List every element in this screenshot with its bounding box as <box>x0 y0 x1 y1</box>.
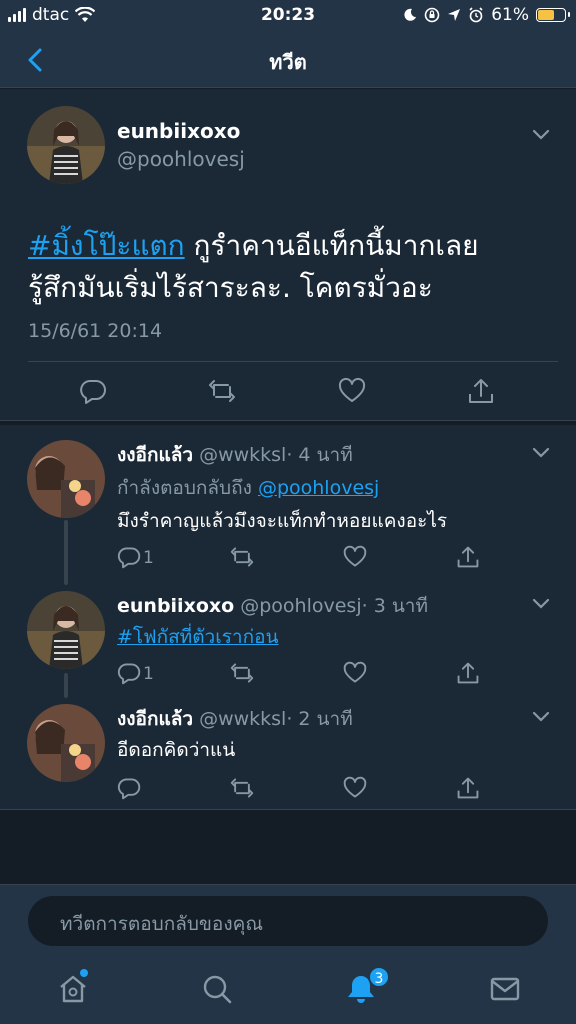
reply-icon[interactable] <box>117 545 141 569</box>
reply-text: #โฟกัสที่ตัวเราก่อน <box>117 622 278 652</box>
chevron-down-icon[interactable] <box>532 711 550 723</box>
battery-fill <box>538 10 554 20</box>
alarm-icon <box>469 7 483 23</box>
reply-header: งงอีกแล้ว @wwkksl· 2 นาที <box>117 704 353 734</box>
reply-icon[interactable] <box>79 377 107 405</box>
replying-to: กำลังตอบกลับถึง @poohlovesj <box>117 473 379 503</box>
reply-actions <box>0 776 576 804</box>
notifications-badge: 3 <box>368 966 390 988</box>
chevron-down-icon[interactable] <box>532 598 550 610</box>
tweet-text: #มิ้งโป๊ะแตก กูรำคานอีแท็กนี้มากเลย รู้ส… <box>28 225 548 309</box>
reply-actions: 1 <box>0 661 576 689</box>
author-name[interactable]: งงอีกแล้ว <box>117 444 193 466</box>
battery-icon <box>536 8 570 22</box>
tweet-text-line2: รู้สึกมันเริ่มไร้สาระละ. โคตรมั่วอะ <box>28 271 433 304</box>
reply-count: 1 <box>143 548 154 568</box>
author-handle[interactable]: @wwkksl <box>199 708 286 730</box>
status-bar: dtac 20:23 61% <box>0 0 576 32</box>
mention-link[interactable]: @poohlovesj <box>258 477 379 499</box>
heart-icon[interactable] <box>343 545 367 569</box>
heart-icon[interactable] <box>343 776 367 800</box>
author-name[interactable]: งงอีกแล้ว <box>117 708 193 730</box>
retweet-icon[interactable] <box>230 545 254 569</box>
reply-tweet[interactable]: eunbiixoxo @poohlovesj· 3 นาที #โฟกัสที่… <box>0 585 576 698</box>
status-right: 61% <box>403 5 570 25</box>
retweet-icon[interactable] <box>230 776 254 800</box>
reply-time: · 3 นาที <box>361 595 428 617</box>
moon-icon <box>404 8 417 21</box>
bottom-bar: ทวีตการตอบกลับของคุณ 3 <box>0 884 576 1024</box>
reply-count: 1 <box>143 664 154 684</box>
nav-bar: ทวีต <box>0 32 576 88</box>
heart-icon[interactable] <box>338 377 366 405</box>
search-icon[interactable] <box>201 973 233 1005</box>
reply-actions: 1 <box>0 545 576 573</box>
reply-header: งงอีกแล้ว @wwkksl· 4 นาที <box>117 440 353 470</box>
reply-tweet[interactable]: งงอีกแล้ว @wwkksl· 4 นาที กำลังตอบกลับถึ… <box>0 425 576 585</box>
battery-percent: 61% <box>491 5 529 25</box>
reply-icon[interactable] <box>117 776 141 800</box>
new-content-dot <box>80 969 88 977</box>
main-tweet: eunbiixoxo @poohlovesj #มิ้งโป๊ะแตก กูรำ… <box>0 89 576 421</box>
author-handle[interactable]: @poohlovesj <box>117 147 245 171</box>
avatar[interactable] <box>27 591 105 669</box>
reply-text: มึงรำคาญแล้วมึงจะแท็กทำหอยแคงอะไร <box>117 510 448 532</box>
tweet-text-line1: กูรำคานอีแท็กนี้มากเลย <box>184 229 479 262</box>
mail-icon[interactable] <box>489 973 521 1005</box>
tweet-actions <box>0 377 576 409</box>
hashtag-link[interactable]: #โฟกัสที่ตัวเราก่อน <box>117 626 278 648</box>
tweet-timestamp: 15/6/61 20:14 <box>28 320 163 342</box>
retweet-icon[interactable] <box>230 661 254 685</box>
share-icon[interactable] <box>467 377 495 405</box>
reply-time: · 4 นาที <box>286 444 353 466</box>
avatar[interactable] <box>27 106 105 184</box>
home-icon[interactable] <box>57 973 89 1005</box>
share-icon[interactable] <box>456 776 480 800</box>
chevron-down-icon[interactable] <box>532 447 550 459</box>
divider <box>28 361 558 362</box>
avatar[interactable] <box>27 440 105 518</box>
share-icon[interactable] <box>456 661 480 685</box>
rotation-lock-icon <box>424 7 440 23</box>
page-title: ทวีต <box>269 50 307 74</box>
reply-text: อีดอกคิดว่าแน่ <box>117 739 236 761</box>
reply-tweet[interactable]: งงอีกแล้ว @wwkksl· 2 นาที อีดอกคิดว่าแน่ <box>0 698 576 810</box>
reply-header: eunbiixoxo @poohlovesj· 3 นาที <box>117 591 428 621</box>
reply-input[interactable]: ทวีตการตอบกลับของคุณ <box>28 896 548 946</box>
share-icon[interactable] <box>456 545 480 569</box>
reply-time: · 2 นาที <box>286 708 353 730</box>
heart-icon[interactable] <box>343 661 367 685</box>
author-name[interactable]: eunbiixoxo <box>117 119 240 143</box>
replying-to-label: กำลังตอบกลับถึง <box>117 477 252 499</box>
retweet-icon[interactable] <box>208 377 236 405</box>
author-handle[interactable]: @poohlovesj <box>240 595 361 617</box>
reply-icon[interactable] <box>117 661 141 685</box>
author-name[interactable]: eunbiixoxo <box>117 595 234 617</box>
author-handle[interactable]: @wwkksl <box>199 444 286 466</box>
avatar[interactable] <box>27 704 105 782</box>
chevron-down-icon[interactable] <box>532 129 550 141</box>
hashtag-link[interactable]: #มิ้งโป๊ะแตก <box>28 229 185 262</box>
location-icon <box>448 9 461 21</box>
